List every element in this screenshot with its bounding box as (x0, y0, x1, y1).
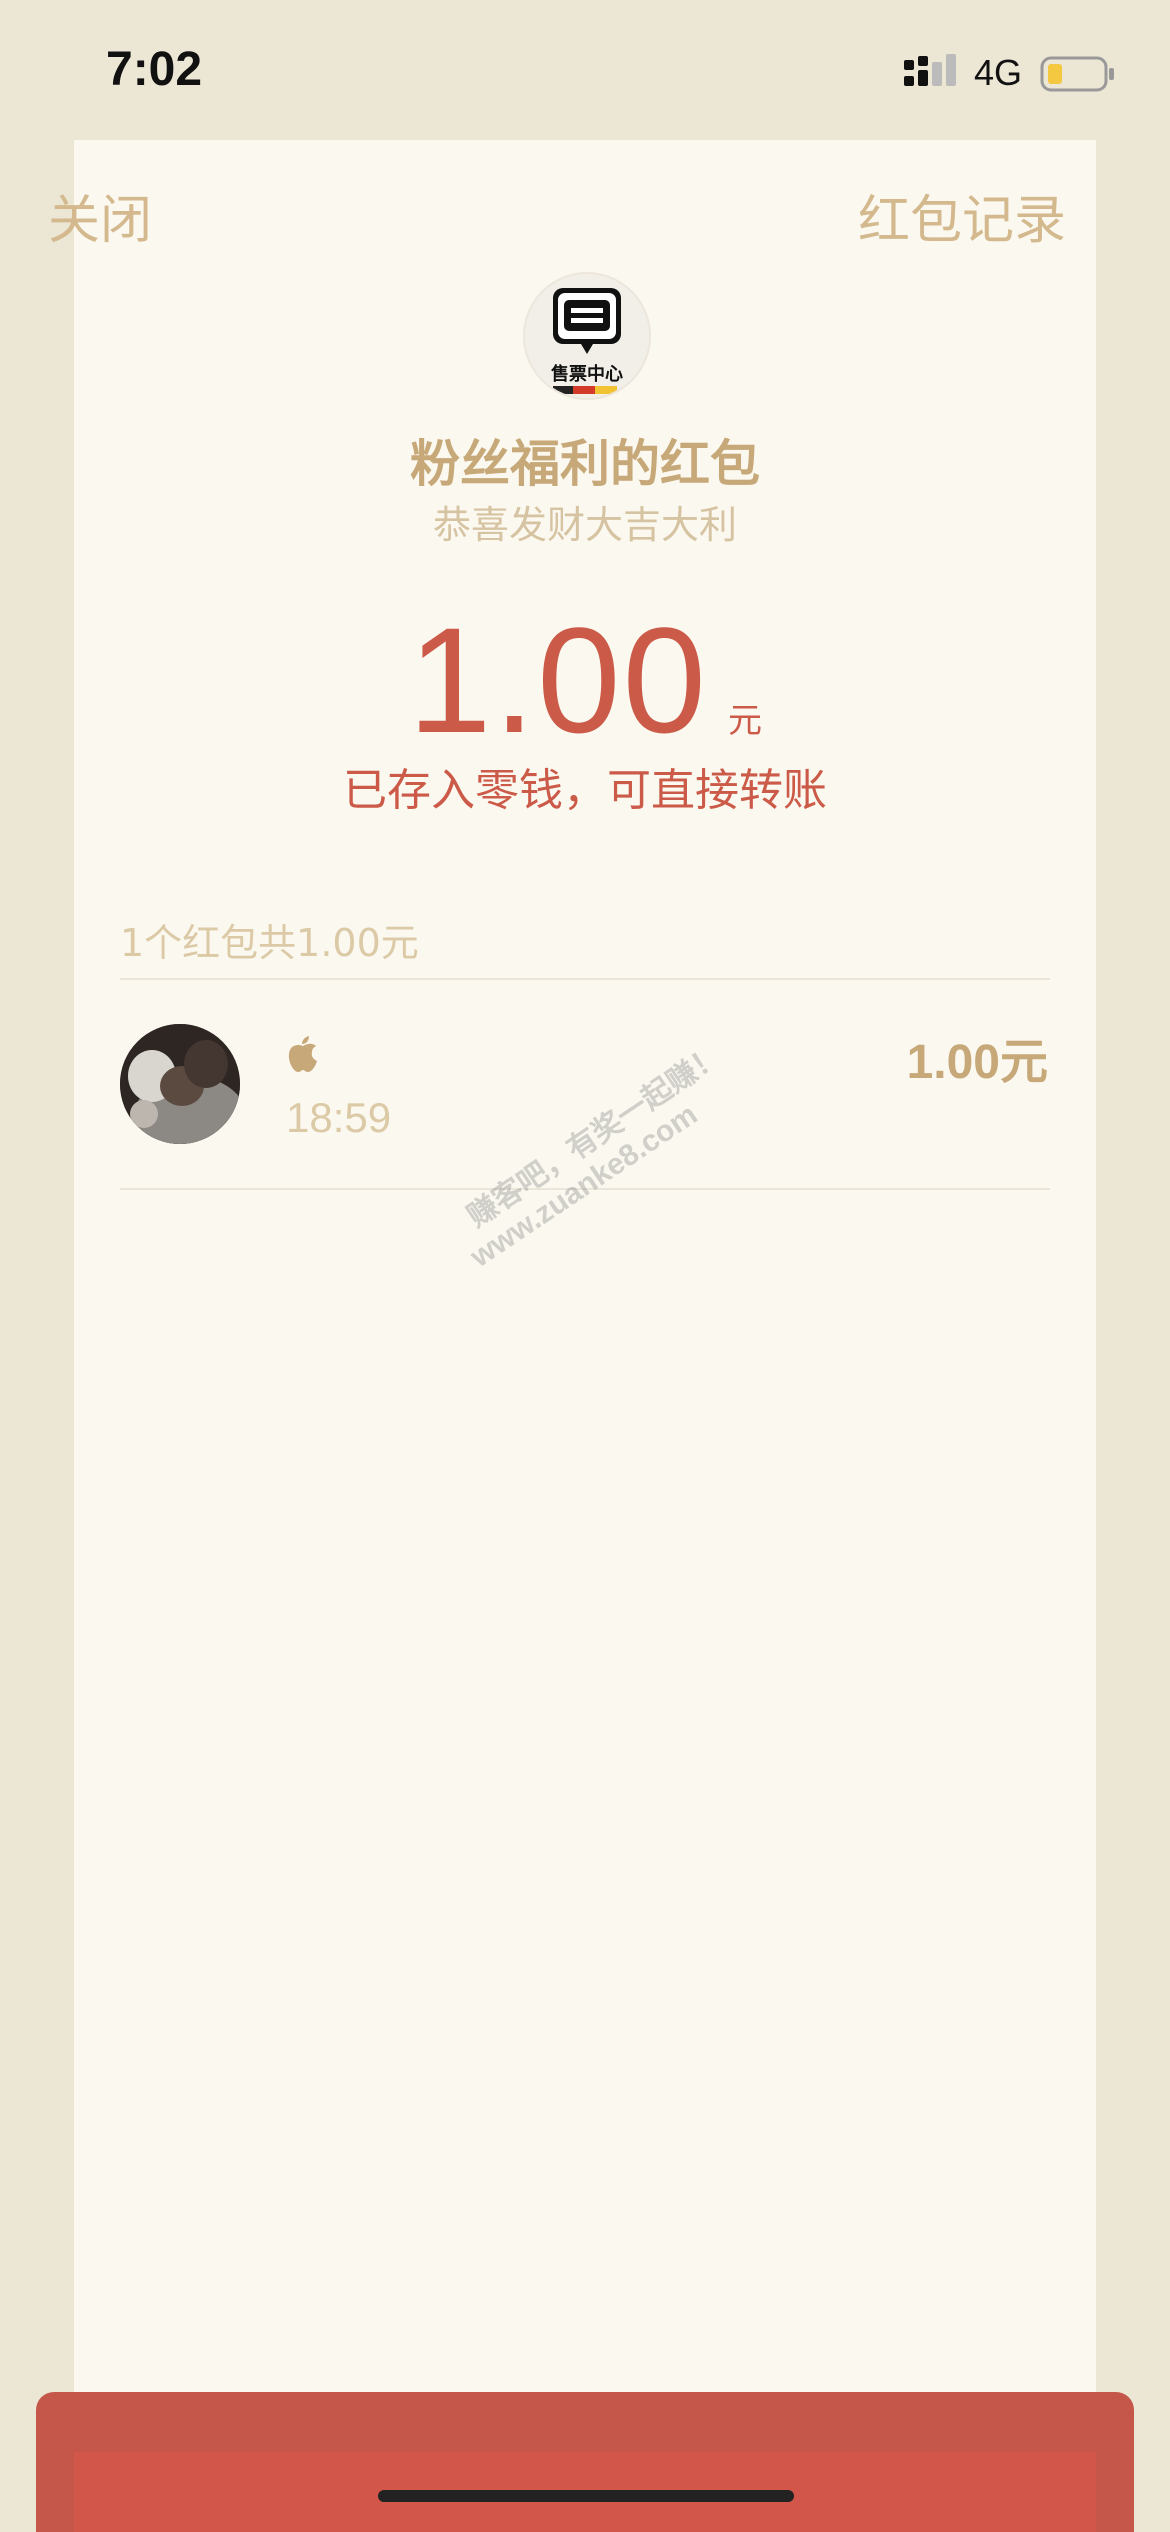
close-button[interactable]: 关闭 (48, 178, 152, 253)
red-packet-records-button[interactable]: 红包记录 (858, 178, 1066, 253)
amount-value: 1.00 (408, 596, 708, 764)
receive-amount: 1.00元 (907, 1022, 1048, 1092)
status-bar: 7:02 4G (0, 0, 1170, 140)
received-amount: 1.00 元 (0, 600, 1170, 760)
packet-summary: 1个红包共1.00元 (120, 921, 419, 965)
apple-icon (288, 1036, 317, 1072)
signal-bars-icon (904, 54, 956, 86)
receive-amount-unit: 元 (999, 1034, 1048, 1090)
saved-to-wallet-link[interactable]: 已存入零钱，可直接转账 (0, 754, 1170, 818)
receive-amount-value: 1.00 (906, 1036, 1000, 1089)
avatar-photo (120, 1024, 240, 1144)
red-packet-detail-page: 7:02 4G 关闭 红包记录 售票中心 粉丝福利的红包 恭喜发财大吉大利 1.… (0, 0, 1170, 2532)
battery-low-icon (1040, 56, 1114, 92)
status-time: 7:02 (106, 43, 203, 96)
sender-name: 粉丝福利的红包 (410, 435, 760, 493)
divider (120, 978, 1050, 980)
sender-avatar[interactable]: 售票中心 (523, 272, 651, 400)
receiver-avatar[interactable] (120, 1024, 240, 1144)
network-type: 4G (974, 52, 1023, 93)
home-indicator[interactable] (378, 2490, 794, 2502)
greeting-message: 恭喜发财大吉大利 (432, 503, 737, 547)
amount-unit: 元 (727, 701, 762, 741)
receive-time: 18:59 (286, 1094, 392, 1141)
sender-avatar-text: 售票中心 (551, 364, 623, 385)
